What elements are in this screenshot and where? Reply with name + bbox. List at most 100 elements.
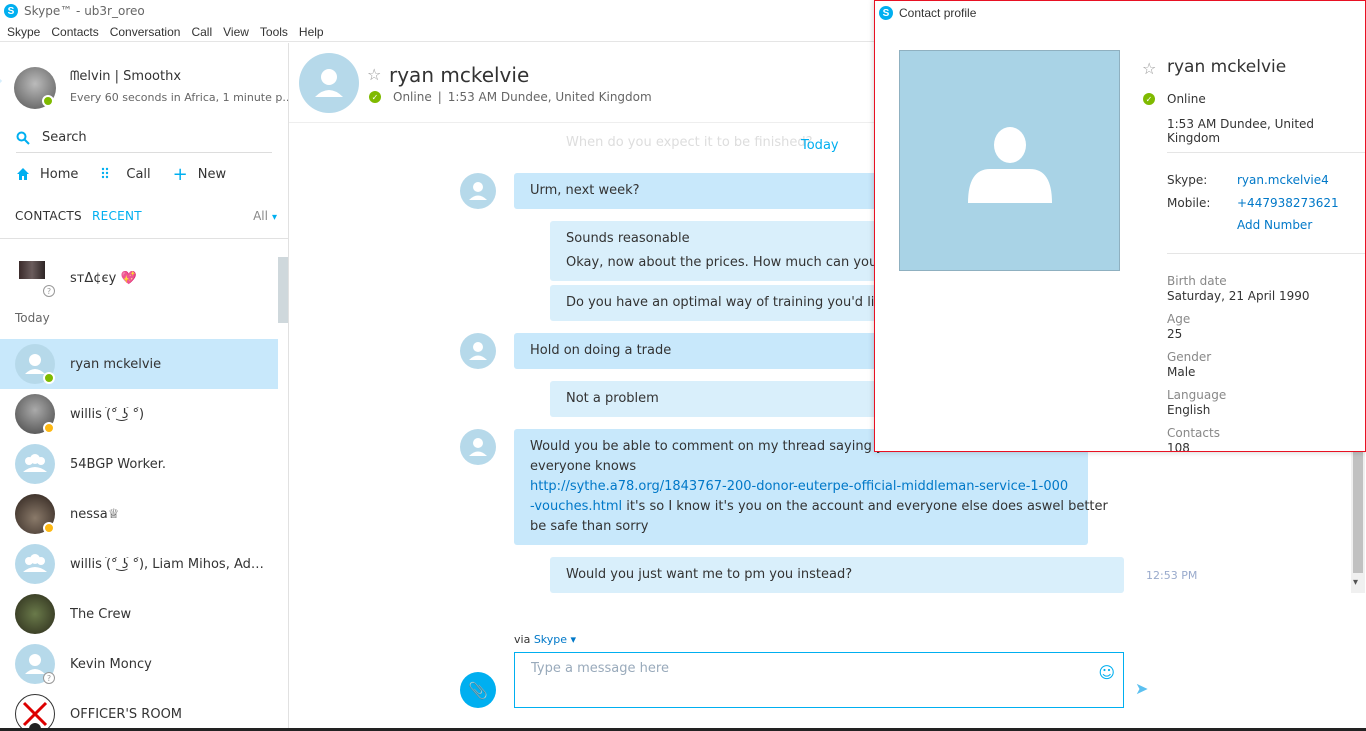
list-item[interactable]: ? Kevin Moncy xyxy=(0,639,278,689)
search-icon xyxy=(16,131,30,145)
paperclip-icon: 📎 xyxy=(468,680,488,700)
group-icon xyxy=(23,554,47,572)
list-item[interactable]: 54BGP Worker. xyxy=(0,439,278,489)
message-text: Do you have an optimal way of training y… xyxy=(566,295,915,310)
away-status-icon xyxy=(43,522,55,534)
contact-name: sтΔ¢єy 💖 xyxy=(70,270,137,286)
call-button[interactable]: Call xyxy=(100,167,151,182)
unknown-status-icon: ? xyxy=(43,672,55,684)
menu-call[interactable]: Call xyxy=(191,25,212,39)
contact-name: willis (͡° ͜ʖ ͡°) xyxy=(70,406,145,422)
message-link[interactable]: http://sythe.a78.org/1843767-200-donor-e… xyxy=(530,479,1068,494)
avatar xyxy=(460,333,496,369)
message-bubble[interactable]: Not a problem xyxy=(550,381,894,417)
list-item[interactable]: willis (͡° ͜ʖ ͡°) xyxy=(0,389,278,439)
message-text: be safe than sorry xyxy=(530,519,649,534)
contact-name: 54BGP Worker. xyxy=(70,456,167,472)
check-icon: ✓ xyxy=(1143,93,1155,105)
message-bubble[interactable]: Do you have an optimal way of training y… xyxy=(550,285,914,321)
menu-tools[interactable]: Tools xyxy=(260,25,288,39)
attach-button[interactable]: 📎 xyxy=(460,672,496,708)
contact-status: ✓ Online xyxy=(1143,92,1206,106)
avatar: ? xyxy=(15,644,55,684)
dialpad-icon xyxy=(102,167,109,179)
search-bar[interactable]: Search xyxy=(16,123,272,153)
window-title: Skype™ - ub3r_oreo xyxy=(24,4,145,18)
contact-name: OFFICER'S ROOM xyxy=(70,706,183,722)
tab-recent[interactable]: RECENT xyxy=(92,209,142,223)
contact-name: ryan mckelvie xyxy=(1167,57,1287,77)
avatar[interactable] xyxy=(299,53,359,113)
local-time: 1:53 AM Dundee, United Kingdom xyxy=(1167,117,1315,145)
message-line: -vouches.html it's so I know it's you on… xyxy=(530,497,1108,517)
list-item[interactable]: OFFICER'S ROOM xyxy=(0,689,278,731)
avatar xyxy=(460,429,496,465)
language-value: English xyxy=(1167,403,1211,417)
message-text: Not a problem xyxy=(566,391,659,406)
my-mood[interactable]: Every 60 seconds in Africa, 1 minute p..… xyxy=(70,91,288,104)
menu-bar: Skype Contacts Conversation Call View To… xyxy=(0,22,874,42)
check-icon: ✓ xyxy=(369,91,381,103)
status-separator: | xyxy=(437,90,442,104)
divider xyxy=(1167,152,1365,153)
sidebar: ᗰelvin | Smoothx Every 60 seconds in Afr… xyxy=(0,43,289,731)
message-bubble[interactable]: Sounds reasonable Okay, now about the pr… xyxy=(550,221,912,281)
emoji-icon[interactable]: ☺ xyxy=(1098,663,1115,682)
avatar xyxy=(15,344,55,384)
avatar[interactable] xyxy=(14,67,56,109)
contact-name: Kevin Moncy xyxy=(70,656,152,672)
contact-name: The Crew xyxy=(70,606,132,622)
new-button[interactable]: + New xyxy=(173,164,226,185)
sidebar-scrollbar[interactable] xyxy=(278,257,288,323)
mobile-number-link[interactable]: +447938273621 xyxy=(1237,196,1339,210)
message-bubble[interactable]: Urm, next week? xyxy=(514,173,894,209)
home-button[interactable]: Home xyxy=(16,167,78,182)
message-text: Okay, now about the prices. How much can… xyxy=(566,255,912,270)
contact-name: willis (͡° ͜ʖ ͡°), Liam Mihos, Adam... xyxy=(70,556,265,572)
menu-conversation[interactable]: Conversation xyxy=(110,25,181,39)
location-text: 1:53 AM Dundee, United Kingdom xyxy=(447,90,652,104)
message-input-box[interactable]: ☺ xyxy=(514,652,1124,708)
my-profile[interactable]: ᗰelvin | Smoothx Every 60 seconds in Afr… xyxy=(14,67,288,111)
chevron-down-icon: ▾ xyxy=(271,212,277,223)
skype-label: Skype: xyxy=(1167,173,1208,187)
list-item[interactable]: The Crew xyxy=(0,589,278,639)
star-icon[interactable]: ☆ xyxy=(1142,59,1156,78)
message-input[interactable] xyxy=(531,661,1071,676)
menu-view[interactable]: View xyxy=(223,25,249,39)
send-icon[interactable]: ➤ xyxy=(1135,679,1148,698)
section-header-today: Today xyxy=(15,311,50,325)
menu-skype[interactable]: Skype xyxy=(7,25,40,39)
chevron-down-icon[interactable]: ▾ xyxy=(1353,577,1358,588)
skype-icon: S xyxy=(4,4,18,18)
contact-profile-title: Contact profile xyxy=(899,6,977,20)
via-selector[interactable]: via Skype ▾ xyxy=(514,633,576,646)
add-number-link[interactable]: Add Number xyxy=(1237,218,1312,232)
message-timestamp: 12:53 PM xyxy=(1146,569,1198,582)
list-item[interactable]: ryan mckelvie xyxy=(0,339,278,389)
group-icon xyxy=(23,454,47,472)
message-bubble[interactable]: Hold on doing a trade xyxy=(514,333,894,369)
list-item[interactable]: nessa♕ xyxy=(0,489,278,539)
list-item[interactable]: willis (͡° ͜ʖ ͡°), Liam Mihos, Adam... xyxy=(0,539,278,589)
contact-name: nessa♕ xyxy=(70,506,120,522)
avatar xyxy=(15,544,55,584)
home-icon xyxy=(17,168,29,180)
my-name: ᗰelvin | Smoothx xyxy=(70,69,182,84)
message-bubble[interactable]: Would you just want me to pm you instead… xyxy=(550,557,1124,593)
chevron-down-icon: ▾ xyxy=(570,633,577,646)
avatar xyxy=(19,261,45,279)
tab-contacts[interactable]: CONTACTS xyxy=(15,209,82,223)
menu-contacts[interactable]: Contacts xyxy=(51,25,98,39)
avatar xyxy=(15,444,55,484)
list-item[interactable]: ? sтΔ¢єy 💖 xyxy=(0,253,278,303)
message-text: it's so I know it's you on the account a… xyxy=(622,499,1108,514)
window-titlebar: S Skype™ - ub3r_oreo xyxy=(0,0,874,22)
star-icon[interactable]: ☆ xyxy=(367,65,381,84)
faded-message: When do you expect it to be finished? xyxy=(566,135,813,150)
skype-name-link[interactable]: ryan.mckelvie4 xyxy=(1237,173,1329,187)
filter-all-dropdown[interactable]: All ▾ xyxy=(253,209,277,223)
menu-help[interactable]: Help xyxy=(299,25,324,39)
message-link[interactable]: -vouches.html xyxy=(530,499,622,514)
new-label: New xyxy=(197,166,227,182)
